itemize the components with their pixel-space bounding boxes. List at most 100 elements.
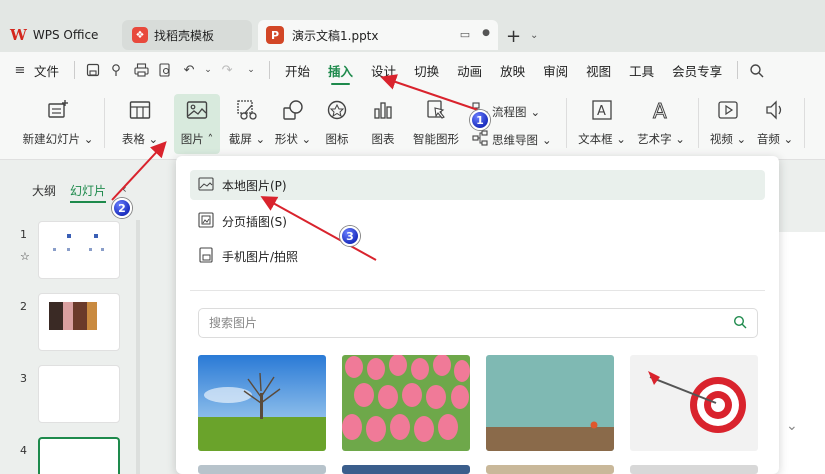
menu-bar: ≡ 文件 ↶ ⌄ ↷ ⌄ 开始 插入 设计 切换 动画 放映 审阅 视图 工具 … — [0, 52, 825, 88]
shape-label: 形状 — [274, 132, 298, 146]
divider — [104, 98, 105, 148]
redo-icon[interactable]: ↷ — [215, 52, 239, 88]
stock-image-partial[interactable] — [486, 465, 614, 474]
stock-image-target[interactable] — [630, 355, 758, 451]
dot-icon: ● — [482, 28, 490, 38]
split-image-icon — [198, 211, 214, 231]
stock-image-tree[interactable] — [198, 355, 326, 451]
step-badge-2: 2 — [112, 198, 132, 218]
split-picture-item[interactable]: 分页插图(S) — [190, 206, 765, 236]
new-slide-button[interactable]: 新建幻灯片 ⌄ — [20, 94, 96, 154]
tab-bar: W WPS Office ❖ 找稻壳模板 P 演示文稿1.pptx ▭ ● + … — [0, 0, 825, 52]
divider — [566, 98, 567, 148]
chevron-down-icon[interactable]: ⌄ — [239, 52, 263, 88]
ppt-logo-icon: P — [266, 26, 284, 44]
stock-image-wall[interactable] — [486, 355, 614, 451]
tab-wps-office[interactable]: W WPS Office — [0, 20, 116, 50]
wps-logo-icon: W — [10, 26, 27, 44]
tab-outline[interactable]: 大纲 — [32, 182, 56, 199]
chevron-down-icon[interactable]: ⌄ — [786, 418, 798, 434]
audio-button[interactable]: 音频 ⌄ — [752, 94, 798, 154]
local-picture-item[interactable]: 本地图片(P) — [190, 170, 765, 200]
audio-label: 音频 — [756, 132, 780, 146]
shape-button[interactable]: 形状 ⌄ — [270, 94, 316, 154]
wordart-icon: A — [649, 98, 673, 122]
table-button[interactable]: 表格 ⌄ — [114, 94, 166, 154]
menu-view[interactable]: 视图 — [577, 52, 620, 88]
tab-slides[interactable]: 幻灯片 — [70, 182, 107, 203]
collapse-icon[interactable]: ‹ — [122, 182, 127, 196]
divider — [698, 98, 699, 148]
preview-icon[interactable] — [153, 52, 177, 88]
chart-label: 图表 — [371, 132, 395, 146]
shape-icon — [281, 98, 305, 122]
stock-image-partial[interactable] — [630, 465, 758, 474]
chart-icon — [371, 98, 395, 122]
tab-document[interactable]: P 演示文稿1.pptx ▭ ● — [258, 20, 498, 50]
undo-icon[interactable]: ↶ — [177, 52, 201, 88]
slide-thumbnail-1[interactable] — [38, 221, 120, 279]
textbox-button[interactable]: A 文本框 ⌄ — [576, 94, 628, 154]
menu-insert[interactable]: 插入 — [319, 52, 362, 88]
svg-text:A: A — [597, 104, 606, 119]
menu-review[interactable]: 审阅 — [534, 52, 577, 88]
docer-logo-icon: ❖ — [132, 27, 148, 43]
chevron-down-icon[interactable]: ⌄ — [530, 30, 538, 41]
stock-image-partial[interactable] — [342, 465, 470, 474]
video-button[interactable]: 视频 ⌄ — [706, 94, 750, 154]
icon-button[interactable]: 图标 — [320, 94, 354, 154]
icon-library-icon — [325, 98, 349, 122]
textbox-label: 文本框 — [578, 132, 613, 146]
menu-design[interactable]: 设计 — [362, 52, 405, 88]
slide-number: 4 — [20, 444, 27, 457]
stock-image-tulips[interactable] — [342, 355, 470, 451]
tab-label: 找稻壳模板 — [154, 28, 215, 43]
video-label: 视频 — [709, 132, 733, 146]
svg-text:A: A — [653, 99, 667, 121]
phone-picture-label: 手机图片/拍照 — [222, 249, 299, 264]
save-icon[interactable] — [81, 52, 105, 88]
slide-number: 2 — [20, 300, 27, 313]
divider — [804, 98, 805, 148]
chart-button[interactable]: 图表 — [366, 94, 400, 154]
picture-search-box — [198, 308, 758, 338]
picture-button[interactable]: 图片 ˄ — [174, 94, 220, 154]
menu-home[interactable]: 开始 — [276, 52, 319, 88]
mindmap-button[interactable]: 思维导图 ⌄ — [472, 130, 552, 149]
step-badge-1: 1 — [470, 110, 490, 130]
slide-thumbnail-4[interactable] — [38, 437, 120, 474]
menu-member[interactable]: 会员专享 — [663, 52, 731, 88]
slide-thumbnail-3[interactable] — [38, 365, 120, 423]
divider — [74, 61, 76, 79]
mindmap-icon — [472, 130, 488, 149]
slide-thumbnail-2[interactable] — [38, 293, 120, 351]
image-icon — [198, 176, 214, 194]
video-icon — [716, 98, 740, 122]
phone-picture-item[interactable]: 手机图片/拍照 — [190, 241, 765, 271]
print-icon[interactable] — [129, 52, 153, 88]
chevron-down-icon[interactable]: ⌄ — [201, 52, 215, 88]
wordart-button[interactable]: A 艺术字 ⌄ — [634, 94, 688, 154]
search-icon[interactable] — [744, 52, 768, 88]
picture-icon — [185, 98, 209, 122]
new-tab-icon[interactable]: + — [506, 26, 521, 47]
menu-slideshow[interactable]: 放映 — [491, 52, 534, 88]
window-icon[interactable]: ▭ — [460, 28, 470, 41]
divider — [190, 290, 765, 291]
smartart-button[interactable]: 智能图形 — [410, 94, 462, 154]
menu-animation[interactable]: 动画 — [448, 52, 491, 88]
new-slide-label: 新建幻灯片 — [22, 132, 81, 146]
screenshot-button[interactable]: 截屏 ⌄ — [224, 94, 270, 154]
format-painter-icon[interactable] — [105, 52, 129, 88]
tab-docer[interactable]: ❖ 找稻壳模板 — [122, 20, 252, 50]
menu-tools[interactable]: 工具 — [620, 52, 663, 88]
menu-file[interactable]: 文件 — [32, 52, 68, 88]
search-icon[interactable] — [733, 315, 747, 332]
slide-number: 1 — [20, 228, 27, 241]
hamburger-icon[interactable]: ≡ — [8, 52, 32, 88]
stock-image-partial[interactable] — [198, 465, 326, 474]
divider — [737, 61, 739, 79]
picture-search-input[interactable] — [209, 316, 733, 330]
phone-image-icon — [198, 246, 214, 266]
menu-transition[interactable]: 切换 — [405, 52, 448, 88]
